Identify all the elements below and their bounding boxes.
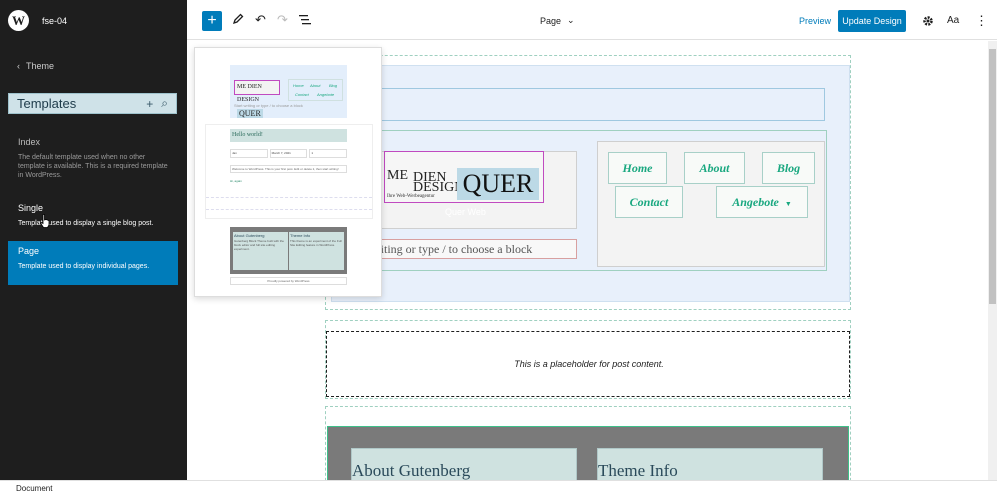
scrollbar-thumb[interactable] (989, 49, 996, 304)
preview-header-hint: Start writing or type / to choose a bloc… (234, 103, 303, 108)
nav-item-about[interactable]: About (684, 152, 745, 184)
preview-footer-card-right: Theme Info This theme is an experiment o… (289, 232, 344, 270)
gear-icon[interactable] (922, 15, 934, 27)
site-editor: W fse-04 ‹ Theme Templates + ⌕ Index The… (0, 0, 997, 495)
template-name: Single (18, 203, 44, 213)
template-description: The default template used when no other … (18, 154, 168, 179)
templates-header: Templates + ⌕ (8, 93, 177, 114)
styles-icon[interactable]: Aa (947, 15, 959, 26)
site-logo[interactable]: ME DIEN DESIGN QUER Ihre Web-Werbeagentu… (384, 151, 544, 203)
preview-footer: About Gutenberg Gutenberg Block Theme bu… (230, 227, 347, 274)
nav-item-contact[interactable]: Contact (615, 186, 683, 218)
site-subtitle: Quer Web (445, 207, 486, 217)
post-content-placeholder: This is a placeholder for post content. (514, 359, 664, 369)
undo-icon[interactable]: ↶ (255, 12, 266, 28)
preview-nav-contact: Contact (295, 92, 309, 97)
preview-post-author: Jan (230, 149, 268, 158)
chevron-left-icon: ‹ (17, 61, 20, 71)
template-item-single[interactable]: Single Template used to display a single… (8, 198, 178, 233)
templates-title: Templates (17, 96, 77, 111)
search-icon[interactable]: ⌕ (161, 96, 168, 111)
preview-post-meta: Jan March 7, 2021 1 (230, 149, 348, 158)
preview-logo: ME DIEN DESIGN QUER (234, 80, 280, 118)
redo-icon[interactable]: ↷ (277, 12, 288, 28)
more-options-icon[interactable]: ⋮ (975, 13, 988, 29)
template-part-dropdown[interactable]: Page ⌄ (540, 15, 575, 26)
preview-nav: Home About Blog Contact Angebote (288, 79, 343, 101)
preview-footer-left-text: Gutenberg Block Theme built with the blo… (234, 239, 284, 251)
preview-header: ME DIEN DESIGN QUER Home About Blog Cont… (230, 65, 347, 118)
preview-post: Hello world! Jan March 7, 2021 1 Welcome… (205, 124, 373, 219)
preview-divider (206, 209, 372, 210)
footer-card-title: Theme Info (598, 461, 678, 480)
logo-tagline: Ihre Web-Werbeagentur (387, 194, 435, 199)
template-item-page[interactable]: Page Template used to display individual… (8, 241, 178, 285)
caret-down-icon: ▼ (784, 200, 792, 208)
update-design-button[interactable]: Update Design (838, 10, 906, 32)
preview-post-date: March 7, 2021 (269, 149, 308, 158)
template-description: Template used to display individual page… (18, 263, 150, 270)
pencil-icon[interactable] (232, 13, 244, 25)
preview-read-more: Hi, again (230, 179, 242, 183)
add-block-button[interactable]: + (202, 11, 222, 31)
logo-me-text: ME (387, 168, 408, 183)
chevron-down-icon: ⌄ (567, 15, 575, 25)
footer-card-theme-info[interactable]: Theme Info (597, 448, 823, 480)
back-to-theme-button[interactable]: ‹ Theme (17, 61, 54, 71)
logo-quer-text: QUER (457, 168, 539, 200)
preview-nav-angebote: Angebote (317, 92, 335, 97)
footer-card-about[interactable]: About Gutenberg (351, 448, 577, 480)
block-appender-input[interactable]: writing or type / to choose a block (351, 239, 577, 259)
list-view-icon[interactable] (299, 14, 311, 25)
empty-header-row[interactable] (347, 88, 825, 121)
editor-toolbar: + ↶ ↷ Page ⌄ Preview Update Design Aa ⋮ (187, 3, 997, 40)
template-item-index[interactable]: Index The default template used when no … (8, 132, 178, 185)
nav-item-angebote[interactable]: Angebote ▼ (716, 186, 808, 218)
back-label: Theme (26, 61, 55, 71)
nav-item-blog[interactable]: Blog (762, 152, 815, 184)
canvas-scrollbar[interactable] (988, 41, 997, 480)
nav-item-home[interactable]: Home (608, 152, 667, 184)
preview-footer-right-text: This theme is an experiment of the Full … (290, 239, 342, 247)
wordpress-logo-icon[interactable]: W (8, 10, 29, 31)
preview-divider (206, 197, 372, 198)
add-template-icon[interactable]: + (146, 97, 153, 111)
post-content-block[interactable]: This is a placeholder for post content. (326, 331, 850, 397)
preview-post-excerpt: Welcome to WordPress. This is your first… (230, 165, 347, 173)
preview-post-comments: 1 (309, 149, 348, 158)
preview-logo-text: ME DIEN DESIGN (237, 84, 262, 103)
site-name: fse-04 (42, 16, 68, 26)
template-sidebar: W fse-04 ‹ Theme Templates + ⌕ Index The… (0, 0, 187, 480)
preview-logo-quer: QUER (237, 109, 263, 118)
hand-cursor-icon (40, 214, 50, 228)
preview-footer-right-title: Theme Info (290, 233, 311, 238)
block-breadcrumb-bar: Document (0, 480, 997, 495)
template-name: Page (18, 246, 40, 256)
breadcrumb-document[interactable]: Document (16, 484, 52, 493)
preview-nav-blog: Blog (329, 83, 338, 88)
preview-nav-about: About (310, 83, 321, 88)
preview-footer-card-left: About Gutenberg Gutenberg Block Theme bu… (233, 232, 288, 270)
page-label: Page (540, 15, 562, 26)
template-preview-popover: ME DIEN DESIGN QUER Home About Blog Cont… (194, 47, 382, 297)
template-name: Index (18, 137, 41, 147)
preview-credit: Proudly powered by WordPress (230, 277, 347, 285)
preview-nav-home: Home (293, 83, 304, 88)
preview-button[interactable]: Preview (799, 16, 831, 26)
preview-post-title: Hello world! (230, 129, 347, 142)
footer-card-title: About Gutenberg (352, 461, 471, 480)
nav-angebote-label: Angebote (732, 195, 779, 209)
preview-footer-left-title: About Gutenberg (234, 233, 265, 238)
